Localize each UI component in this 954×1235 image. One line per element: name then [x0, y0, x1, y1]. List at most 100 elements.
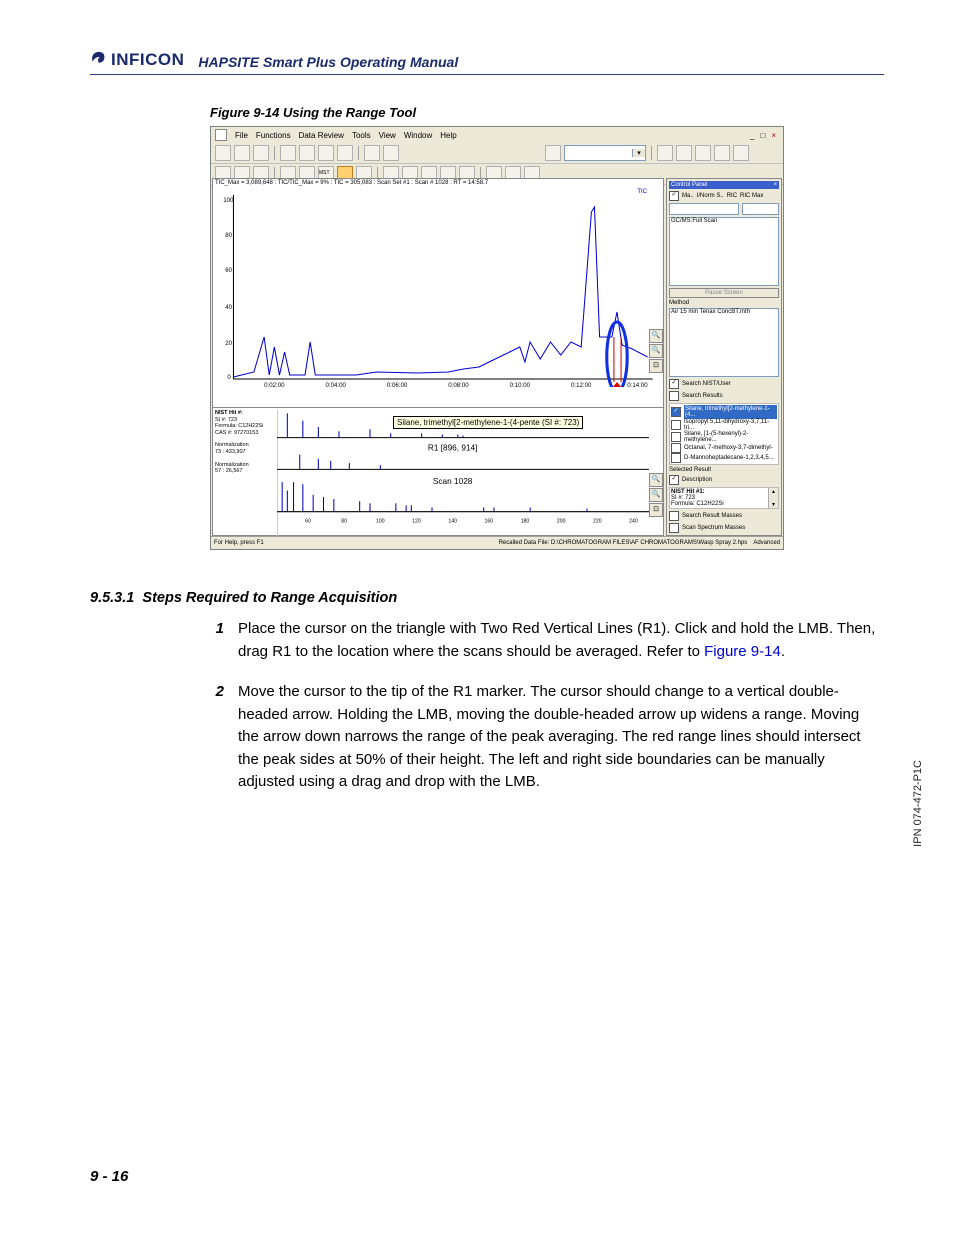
chk-result-1[interactable] [671, 420, 681, 430]
svg-text:100: 100 [223, 198, 234, 204]
svg-text:80: 80 [341, 518, 347, 524]
svg-text:200: 200 [557, 518, 566, 524]
tb-export-icon[interactable] [318, 145, 334, 161]
spectrum-tooltip: Silane, trimethyl[2-methylene-1-(4-pente… [393, 416, 583, 429]
input-ric[interactable] [742, 203, 779, 215]
chk-result-4[interactable] [671, 453, 681, 463]
svg-text:220: 220 [593, 518, 602, 524]
brand-logo: INFICON [90, 50, 184, 70]
brand-name: INFICON [111, 50, 184, 70]
chk-search-result-masses[interactable] [669, 511, 679, 521]
figure-caption: Figure 9-14 Using the Range Tool [210, 105, 884, 120]
tb-print-icon[interactable] [299, 145, 315, 161]
pause-screen-button[interactable]: Pause Screen [669, 288, 779, 298]
window-close-button[interactable]: × [768, 131, 779, 140]
result-2[interactable]: Silane, [1-(5-hexenyl)-2-methylene... [684, 431, 777, 443]
svg-text:R1 [896, 914]: R1 [896, 914] [428, 442, 478, 452]
chk-result-3[interactable] [671, 443, 681, 453]
step-2-body: Move the cursor to the tip of the R1 mar… [238, 681, 884, 794]
xref-figure-9-14[interactable]: Figure 9-14 [704, 643, 781, 660]
step-1: 1 Place the cursor on the triangle with … [210, 618, 884, 663]
tb-pencil-icon[interactable] [657, 145, 673, 161]
result-0[interactable]: Silane, trimethyl[2-methylene-1-(4... [684, 405, 777, 419]
svg-text:60: 60 [225, 268, 232, 274]
chk-description[interactable] [669, 475, 679, 485]
tb-chart2-icon[interactable] [695, 145, 711, 161]
menu-help[interactable]: Help [440, 131, 456, 140]
svg-text:0:06:00: 0:06:00 [387, 383, 408, 387]
top-chromatogram[interactable]: 100 80 60 40 20 0 0:02:00 0:04:00 0:06:0… [213, 187, 663, 387]
scroll-up-icon[interactable]: ▴ [769, 488, 778, 495]
result-4[interactable]: D-Mannoheptadecane-1,2,3,4,5... [684, 455, 774, 461]
svg-text:100: 100 [376, 518, 385, 524]
page-number: 9 - 16 [90, 1168, 128, 1185]
tb-chart-icon[interactable] [676, 145, 692, 161]
zoom-fit-2-icon[interactable]: ⊡ [649, 503, 663, 517]
status-file: Recalled Data File: D:\CHROMATOGRAM FILE… [499, 540, 748, 546]
svg-text:20: 20 [225, 341, 232, 347]
zoom-in-2-icon[interactable]: 🔍 [649, 473, 663, 487]
tb-new-icon[interactable] [215, 145, 231, 161]
tb-stop-icon[interactable] [364, 145, 380, 161]
tb-open-icon[interactable] [234, 145, 250, 161]
tb-printer2-icon[interactable] [337, 145, 353, 161]
tb-list-icon[interactable] [733, 145, 749, 161]
nist-info-block: NIST Hit #: SI #: 723 Formula: C12H22Si … [215, 410, 278, 537]
tb-close-icon[interactable] [253, 145, 269, 161]
chk-search-results[interactable] [669, 391, 679, 401]
scroll-down-icon[interactable]: ▾ [769, 501, 778, 508]
tb-save-icon[interactable] [280, 145, 296, 161]
selected-result-label: Selected Result [669, 467, 779, 473]
tb-find-icon[interactable] [714, 145, 730, 161]
zoom-in-icon[interactable]: 🔍 [649, 329, 663, 343]
tb-search-combo[interactable]: ▾ [564, 145, 646, 161]
svg-text:180: 180 [521, 518, 530, 524]
zoom-out-icon[interactable]: 🔍 [649, 344, 663, 358]
zoom-fit-icon[interactable]: ⊡ [649, 359, 663, 373]
control-panel: Control Panel × Ma.. I/Norm S.. RIC RIC … [666, 178, 782, 536]
svg-text:Scan 1028: Scan 1028 [433, 476, 473, 486]
step-1-body: Place the cursor on the triangle with Tw… [238, 618, 884, 663]
svg-text:0:14:00: 0:14:00 [627, 383, 648, 387]
search-results-list: Silane, trimethyl[2-methylene-1-(4... Is… [669, 403, 779, 465]
hit-description-box: NIST Hit #1: SI #: 723 Formula: C12H22Si… [669, 487, 779, 509]
tb-help-icon[interactable] [383, 145, 399, 161]
chk-scan-spectrum-masses[interactable] [669, 523, 679, 533]
page-header: INFICON HAPSITE Smart Plus Operating Man… [90, 50, 884, 75]
menu-window[interactable]: Window [404, 131, 432, 140]
result-3[interactable]: Octanal, 7-methoxy-3,7-dimethyl- [684, 445, 773, 451]
menu-data-review[interactable]: Data Review [299, 131, 344, 140]
window-minimize-button[interactable]: _ [747, 131, 757, 140]
zoom-out-2-icon[interactable]: 🔍 [649, 488, 663, 502]
status-mode: Advanced [753, 540, 780, 546]
svg-text:140: 140 [448, 518, 457, 524]
control-panel-close-icon[interactable]: × [773, 182, 777, 188]
svg-text:160: 160 [485, 518, 494, 524]
menu-view[interactable]: View [379, 131, 396, 140]
chart-column: TIC_Max = 3,089,648 : TIC/TIC_Max = 9% :… [212, 178, 664, 536]
manual-title: HAPSITE Smart Plus Operating Manual [198, 54, 458, 70]
svg-text:0:08:00: 0:08:00 [448, 383, 469, 387]
chk-result-2[interactable] [671, 432, 681, 442]
tb-search-icon[interactable] [545, 145, 561, 161]
svg-text:0:10:00: 0:10:00 [510, 383, 531, 387]
control-panel-title: Control Panel × [669, 181, 779, 189]
status-help: For Help, press F1 [214, 540, 264, 546]
method-field: Air 15 min Tenax ConcBT.mth [669, 308, 779, 377]
chk-ma[interactable] [669, 191, 679, 201]
svg-text:60: 60 [305, 518, 311, 524]
result-1[interactable]: Isopropyl 5,11-dihydroxy-3,7,11-tri... [684, 419, 777, 431]
chk-result-0[interactable] [671, 407, 681, 417]
chk-search-nist[interactable] [669, 379, 679, 389]
window-restore-button[interactable]: □ [757, 131, 768, 140]
svg-text:0:02:00: 0:02:00 [264, 383, 285, 387]
svg-text:0: 0 [227, 375, 231, 381]
menu-tools[interactable]: Tools [352, 131, 371, 140]
step-1-number: 1 [210, 618, 224, 663]
svg-text:40: 40 [225, 305, 232, 311]
step-2: 2 Move the cursor to the tip of the R1 m… [210, 681, 884, 794]
input-ma[interactable] [669, 203, 739, 215]
step-2-number: 2 [210, 681, 224, 794]
menu-functions[interactable]: Functions [256, 131, 291, 140]
menu-file[interactable]: File [235, 131, 248, 140]
